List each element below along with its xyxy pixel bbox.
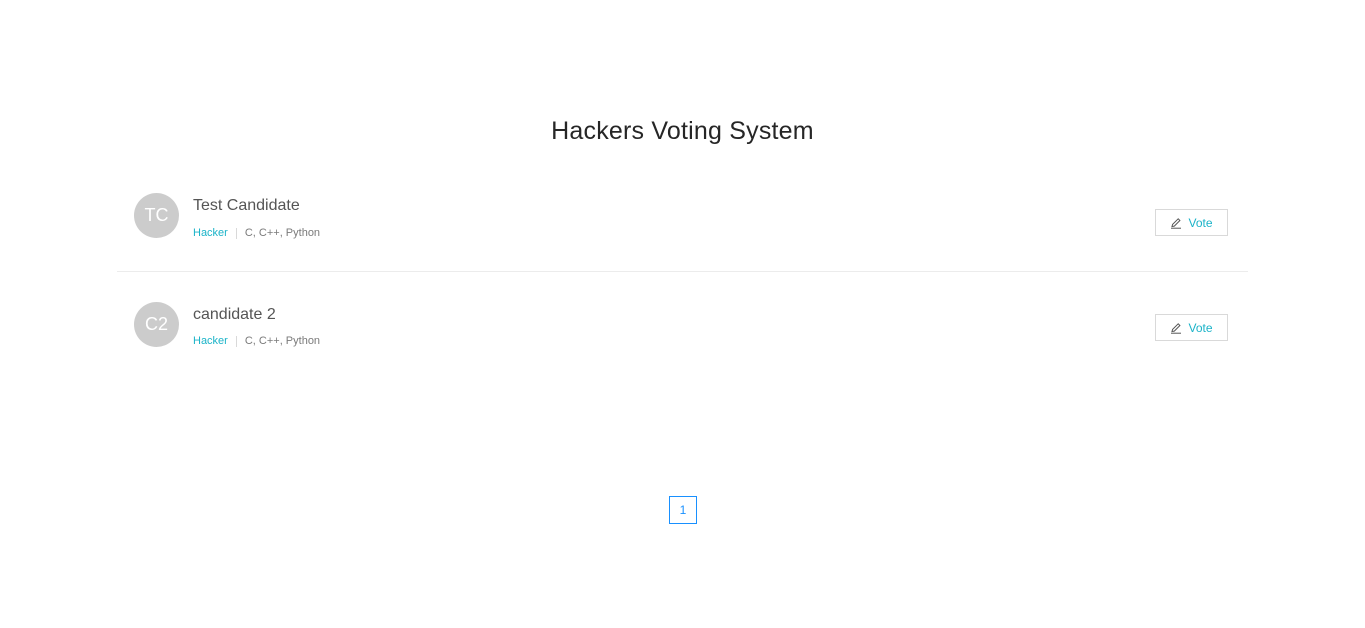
- candidate-name: candidate 2: [193, 306, 276, 323]
- avatar: TC: [134, 193, 179, 238]
- avatar: C2: [134, 302, 179, 347]
- vote-button[interactable]: Vote: [1155, 209, 1228, 236]
- vote-label: Vote: [1188, 215, 1213, 230]
- divider: [235, 335, 237, 347]
- page: Hackers Voting System TC Test Candidate …: [0, 0, 1365, 628]
- pagination-page-1[interactable]: 1: [669, 496, 697, 524]
- divider: [235, 227, 237, 239]
- vote-label: Vote: [1188, 320, 1213, 335]
- candidate-name: Test Candidate: [193, 197, 300, 214]
- list-item: TC Test Candidate Hacker C, C++, Python …: [117, 175, 1248, 272]
- list-item: C2 candidate 2 Hacker C, C++, Python Vot…: [117, 272, 1248, 368]
- candidate-meta: Hacker C, C++, Python: [193, 334, 320, 348]
- page-title: Hackers Voting System: [551, 117, 814, 145]
- edit-icon: [1170, 322, 1182, 334]
- candidate-role: Hacker: [193, 227, 228, 239]
- candidate-meta: Hacker C, C++, Python: [193, 226, 320, 240]
- candidate-skills: C, C++, Python: [244, 227, 321, 239]
- candidate-role: Hacker: [193, 335, 228, 347]
- edit-icon: [1170, 217, 1182, 229]
- candidate-skills: C, C++, Python: [244, 335, 321, 347]
- vote-button[interactable]: Vote: [1155, 314, 1228, 341]
- candidate-list: TC Test Candidate Hacker C, C++, Python …: [117, 175, 1248, 368]
